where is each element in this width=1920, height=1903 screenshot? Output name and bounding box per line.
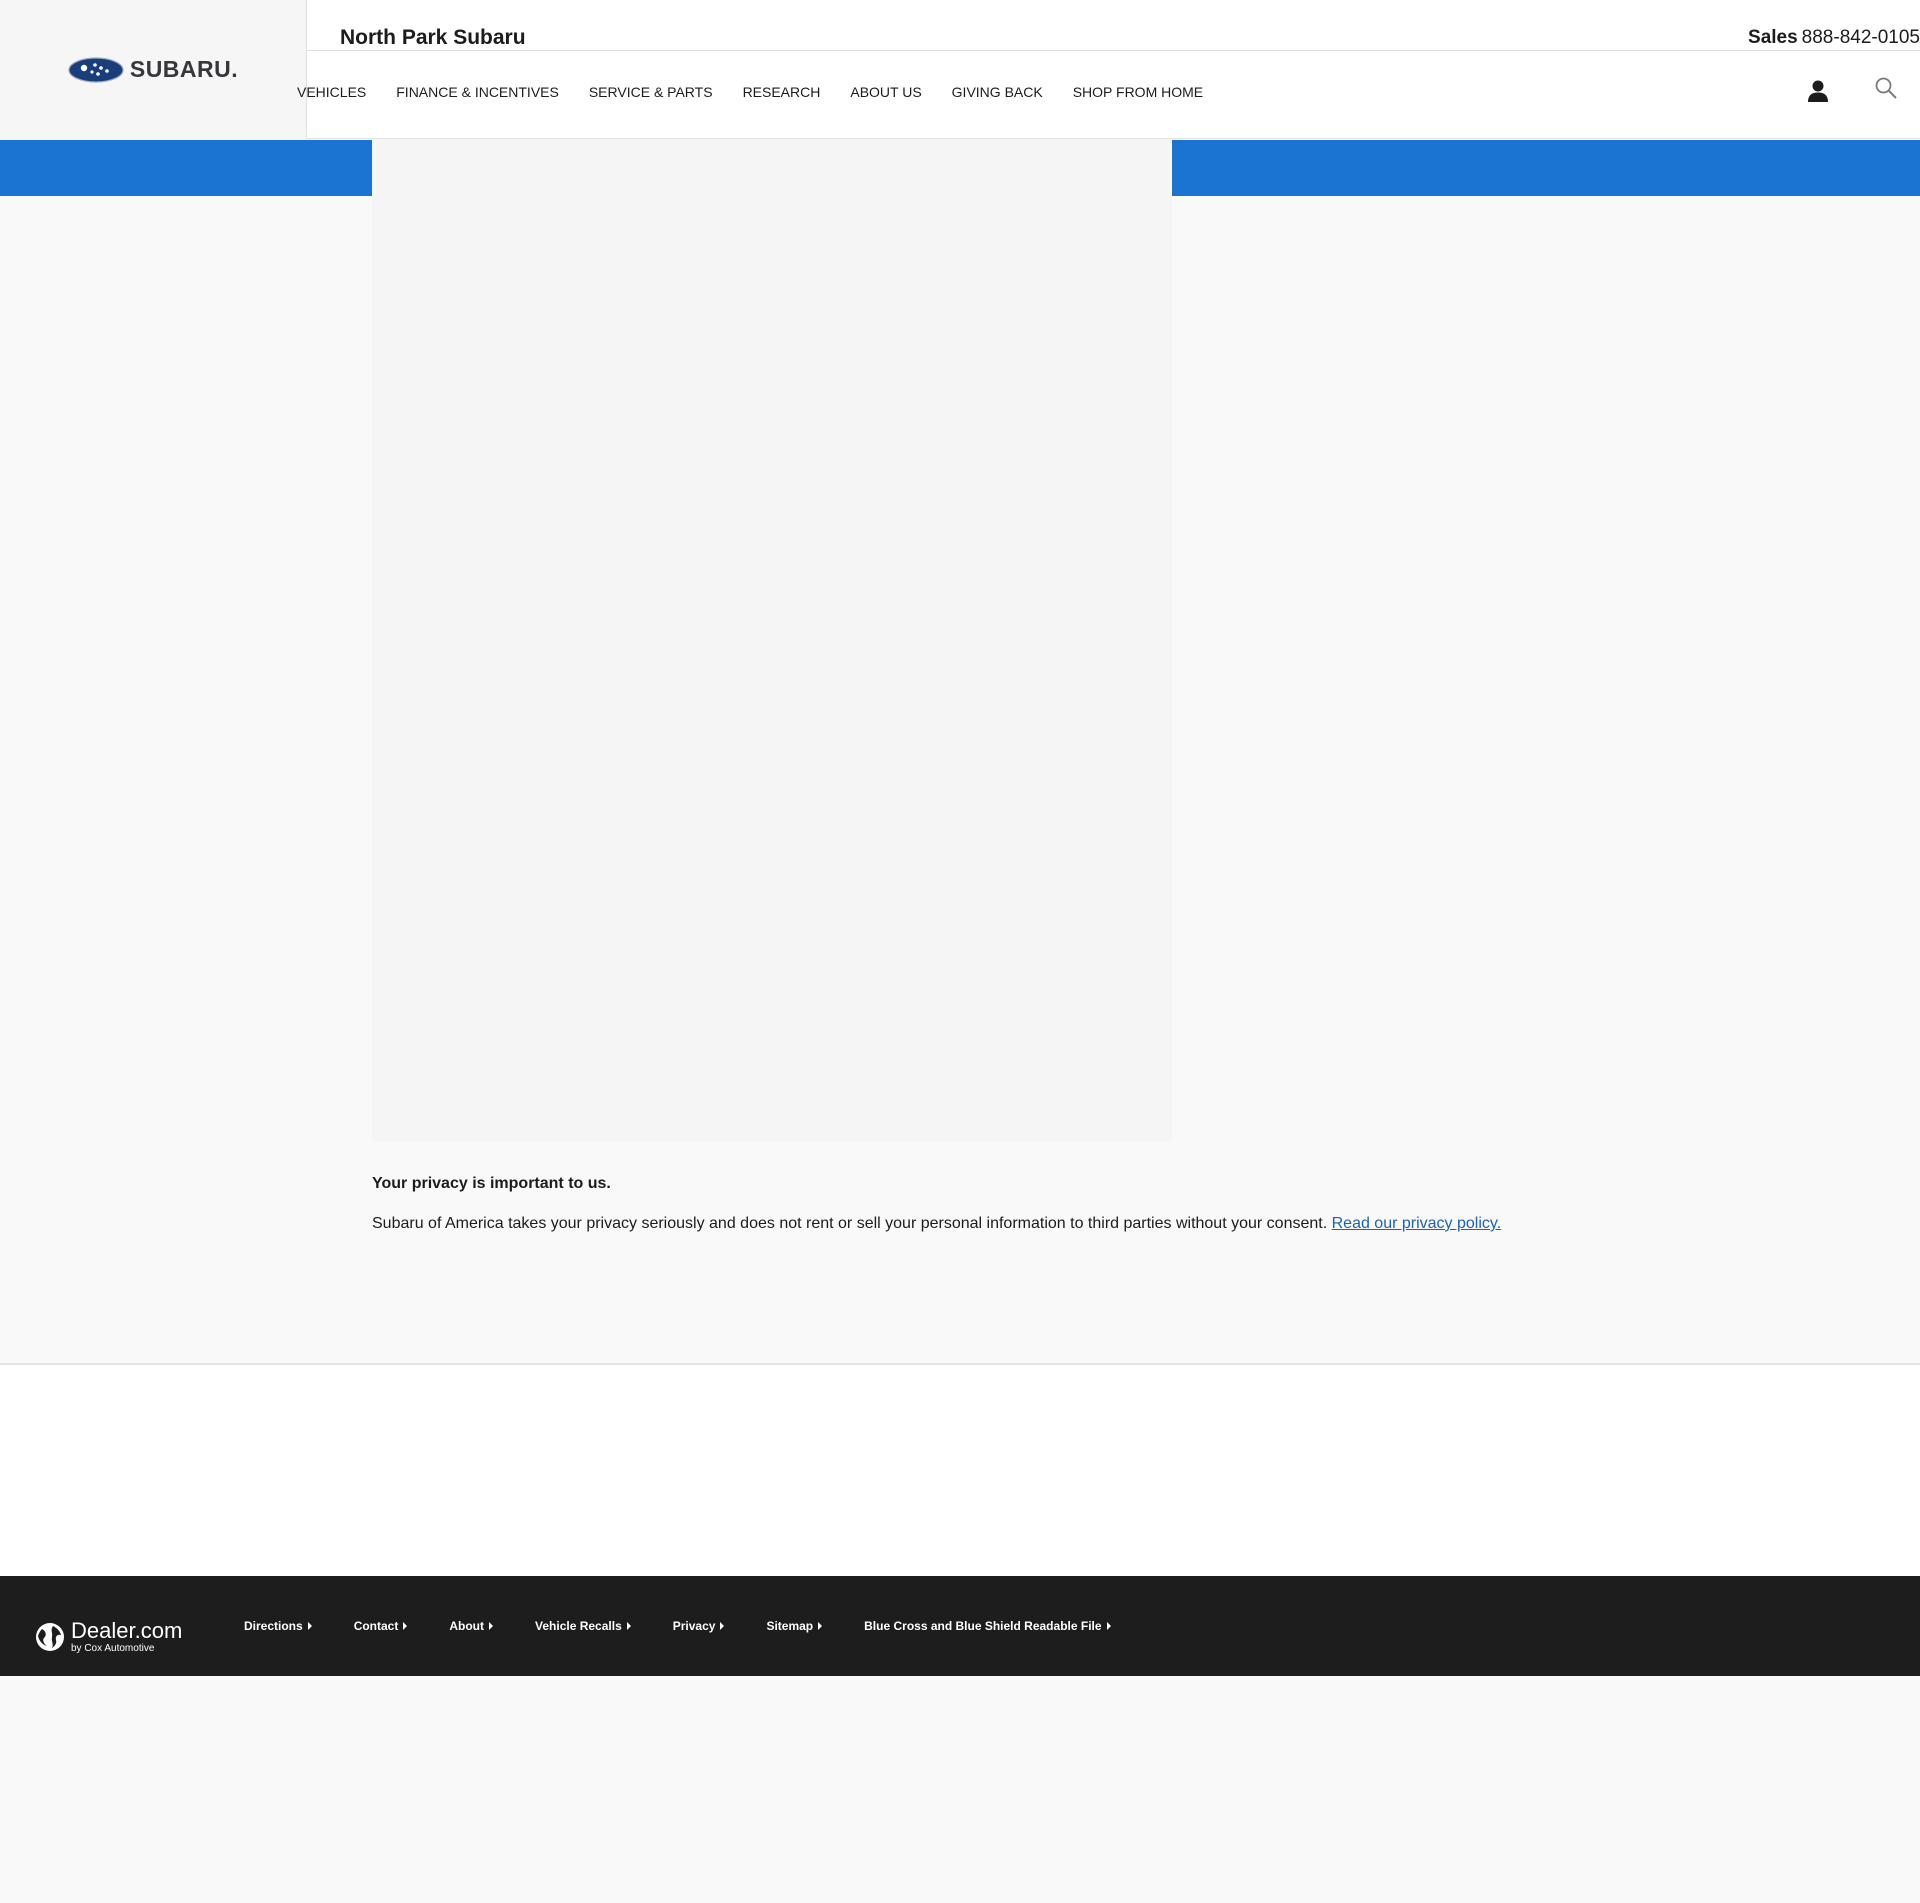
footer-link-label: Blue Cross and Blue Shield Readable File <box>864 1619 1102 1633</box>
footer-link-label: Privacy <box>672 1619 716 1633</box>
dealer-com-text: Dealer.com by Cox Automotive <box>71 1620 182 1654</box>
embedded-form-frame[interactable] <box>372 139 1172 1141</box>
dealer-com-tagline: by Cox Automotive <box>71 1643 155 1654</box>
nav-item-research[interactable]: RESEARCH <box>743 84 821 100</box>
privacy-heading: Your privacy is important to us. <box>372 1175 611 1192</box>
user-icon[interactable] <box>1807 79 1829 103</box>
footer-link-sitemap[interactable]: Sitemap <box>766 1619 823 1633</box>
caret-right-icon <box>403 1622 408 1630</box>
footer-link-label: Contact <box>353 1619 399 1633</box>
sales-label: Sales <box>1748 27 1798 48</box>
dealer-com-logo[interactable]: Dealer.com by Cox Automotive <box>35 1620 182 1654</box>
site-header: SUBARU. North Park Subaru Sales 888-842-0… <box>0 0 1920 139</box>
search-icon[interactable] <box>1874 76 1898 100</box>
sales-phone[interactable]: Sales 888-842-0105 <box>1748 27 1920 49</box>
footer-link-directions[interactable]: Directions <box>244 1619 312 1633</box>
logo-wordmark: SUBARU. <box>129 56 239 82</box>
nav-item-service[interactable]: SERVICE & PARTS <box>589 84 713 100</box>
nav-item-shop-from-home[interactable]: SHOP FROM HOME <box>1073 84 1203 100</box>
caret-right-icon <box>307 1622 312 1630</box>
footer-link-label: Directions <box>244 1619 303 1633</box>
footer-link-label: Sitemap <box>766 1619 814 1633</box>
nav-item-about[interactable]: ABOUT US <box>850 84 921 100</box>
sales-number[interactable]: 888-842-0105 <box>1802 27 1920 48</box>
main-nav: VEHICLES FINANCE & INCENTIVES SERVICE & … <box>297 84 1233 100</box>
footer-links: Directions Contact About Vehicle Recalls… <box>244 1619 1153 1633</box>
dealer-com-wordmark: Dealer.com <box>71 1618 183 1643</box>
footer-link-vehicle-recalls[interactable]: Vehicle Recalls <box>535 1619 631 1633</box>
caret-right-icon <box>489 1622 494 1630</box>
footer-link-privacy[interactable]: Privacy <box>673 1619 725 1633</box>
privacy-statement: Subaru of America takes your privacy ser… <box>372 1215 1501 1233</box>
privacy-body: Subaru of America takes your privacy ser… <box>372 1215 1328 1232</box>
caret-right-icon <box>1106 1622 1111 1630</box>
footer-link-label: About <box>449 1619 485 1633</box>
footer-link-about[interactable]: About <box>449 1619 494 1633</box>
caret-right-icon <box>818 1622 823 1630</box>
nav-item-vehicles[interactable]: VEHICLES <box>297 84 366 100</box>
privacy-policy-link[interactable]: Read our privacy policy. <box>1332 1215 1502 1232</box>
subaru-logo[interactable]: SUBARU. <box>0 0 307 139</box>
globe-icon <box>36 1623 64 1651</box>
footer-link-contact[interactable]: Contact <box>354 1619 408 1633</box>
caret-right-icon <box>720 1622 725 1630</box>
dealer-name[interactable]: North Park Subaru <box>340 26 526 50</box>
footer-link-readable-file[interactable]: Blue Cross and Blue Shield Readable File <box>864 1619 1111 1633</box>
logo-inner: SUBARU. <box>68 56 238 83</box>
caret-right-icon <box>626 1622 631 1630</box>
nav-item-finance[interactable]: FINANCE & INCENTIVES <box>396 84 559 100</box>
footer-link-label: Vehicle Recalls <box>535 1619 622 1633</box>
footer-blank-area <box>0 1365 1920 1576</box>
header-divider <box>307 50 1920 51</box>
subaru-emblem-icon <box>68 56 124 83</box>
nav-item-giving-back[interactable]: GIVING BACK <box>952 84 1043 100</box>
